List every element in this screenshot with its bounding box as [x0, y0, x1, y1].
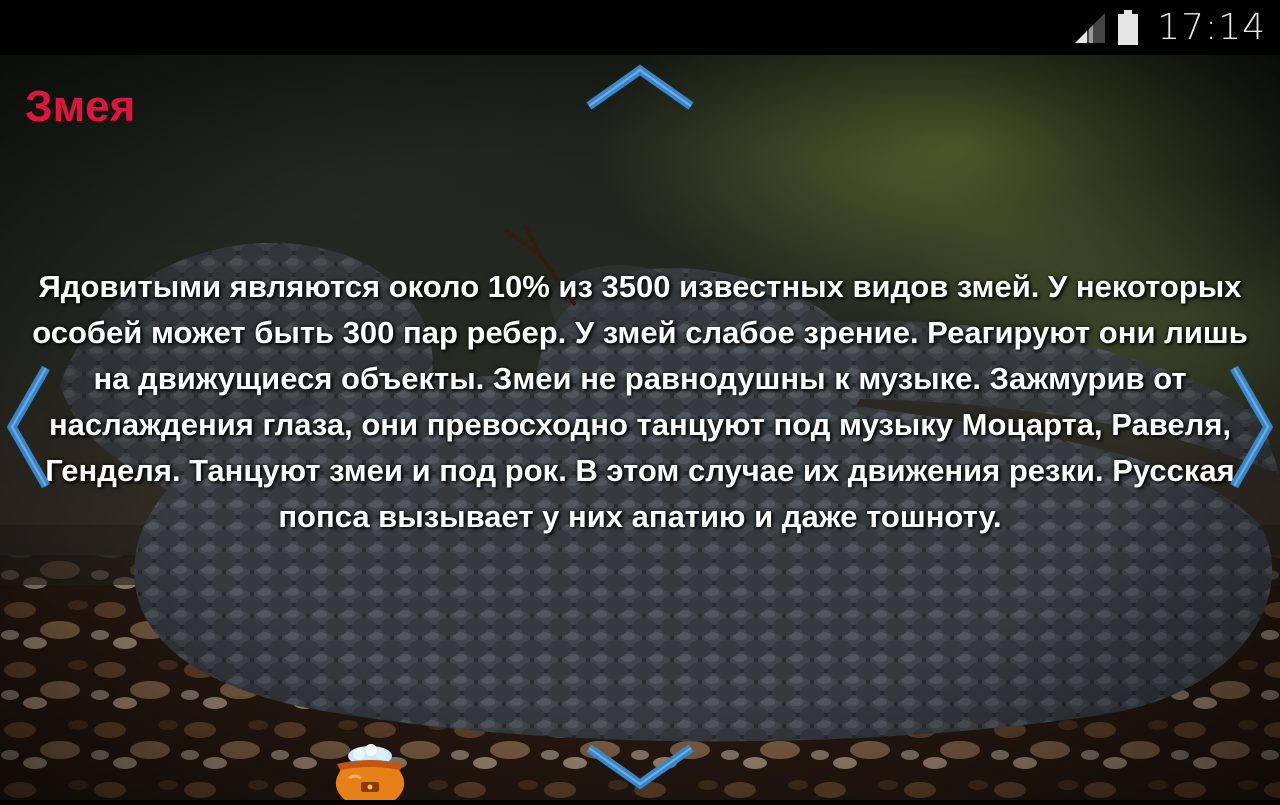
- status-icons: 17:14: [1073, 0, 1266, 55]
- status-clock: 17:14: [1157, 7, 1266, 48]
- status-bar: 17:14: [0, 0, 1280, 55]
- chevron-down-icon: [586, 744, 694, 790]
- article-text: Ядовитыми являются около 10% из 3500 изв…: [32, 269, 1248, 534]
- chevron-up-icon: [586, 64, 694, 110]
- treasure-pot-icon: [335, 744, 405, 800]
- next-down-button[interactable]: [583, 742, 697, 792]
- chevron-left-icon: [6, 365, 50, 489]
- previous-up-button[interactable]: [583, 62, 697, 112]
- treasure-pot-button[interactable]: [325, 742, 415, 800]
- previous-left-button[interactable]: [4, 362, 52, 492]
- signal-icon: [1075, 12, 1106, 43]
- next-right-button[interactable]: [1228, 362, 1276, 492]
- article-title: Змея: [25, 82, 136, 131]
- battery-icon: [1118, 9, 1139, 45]
- chevron-right-icon: [1230, 365, 1274, 489]
